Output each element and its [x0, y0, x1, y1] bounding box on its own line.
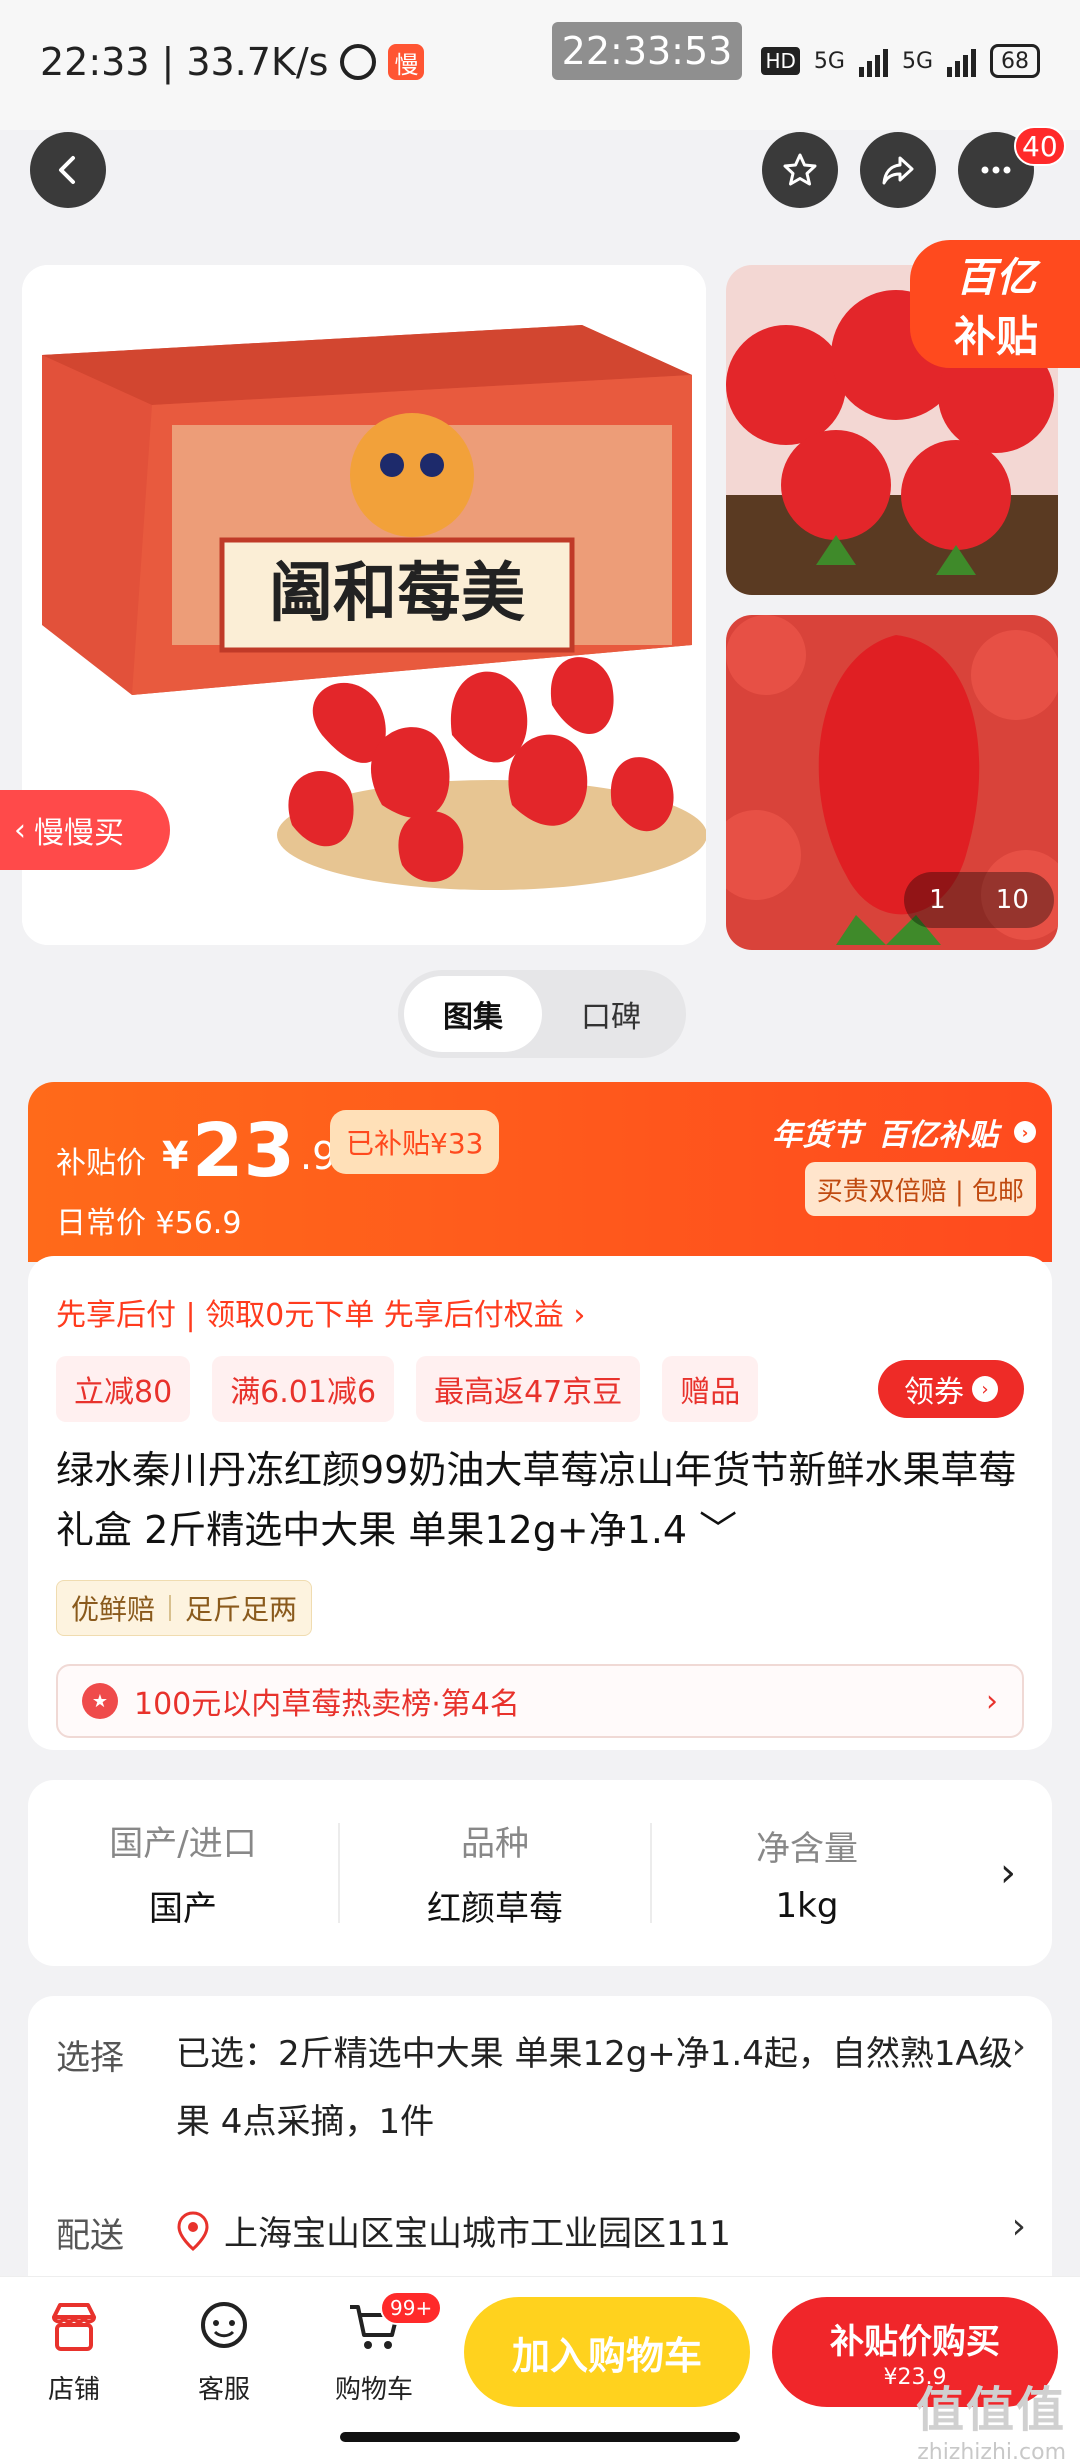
- chevron-left-icon: ‹: [14, 812, 26, 848]
- customer-service-button[interactable]: 客服: [164, 2299, 284, 2406]
- add-to-cart-button[interactable]: 加入购物车: [464, 2297, 750, 2407]
- chat-face-icon: [201, 2302, 247, 2348]
- delivery-label: 配送: [56, 2216, 124, 2256]
- favorite-button[interactable]: [762, 132, 838, 208]
- gallery-review-toggle: 图集 口碑: [398, 970, 686, 1058]
- alarm-icon: [340, 44, 377, 80]
- image-gallery[interactable]: 阖和莓美 百亿 补贴 ‹ 慢慢买 1 10: [0, 240, 1080, 950]
- box-label-text: 阖和莓美: [269, 556, 525, 631]
- medal-icon: ★: [82, 1683, 118, 1719]
- tab-gallery[interactable]: 图集: [404, 976, 542, 1052]
- product-title[interactable]: 绿水秦川丹冻红颜99奶油大草莓凉山年货节新鲜水果草莓礼盒 2斤精选中大果 单果1…: [56, 1440, 1030, 1560]
- clock-overlay: 22:33:53: [552, 22, 742, 80]
- shop-button[interactable]: 店铺: [14, 2299, 134, 2406]
- attribute-variety: 品种 红颜草莓: [427, 1824, 563, 1929]
- signal-icon: [858, 45, 888, 77]
- attribute-net-weight: 净含量 1kg: [756, 1828, 858, 1926]
- promo-tag[interactable]: 立减80: [56, 1356, 191, 1422]
- chevron-right-icon: ›: [972, 1376, 998, 1402]
- slow-buy-button[interactable]: ‹ 慢慢买: [0, 790, 170, 870]
- signal-icon-2: [947, 45, 976, 77]
- star-icon: [783, 153, 817, 186]
- net-type-2: 5G: [901, 48, 933, 74]
- shop-icon: [52, 2303, 96, 2351]
- subsidy-badge: 百亿补贴: [878, 1118, 998, 1153]
- ranking-text: 100元以内草莓热卖榜·第4名: [134, 1687, 520, 1722]
- festival-label: 年货节: [772, 1118, 862, 1153]
- back-button[interactable]: [30, 132, 106, 208]
- promo-tag[interactable]: 赠品: [662, 1356, 759, 1422]
- chevron-right-icon: ›: [1000, 1850, 1016, 1896]
- get-coupon-button[interactable]: 领券 ›: [878, 1360, 1024, 1418]
- price-integer: 23: [192, 1108, 295, 1194]
- home-indicator[interactable]: [340, 2432, 740, 2442]
- service-tags[interactable]: 优鲜赔 足斤足两: [56, 1580, 313, 1636]
- promo-tag[interactable]: 最高返47京豆: [416, 1356, 641, 1422]
- delivery-address[interactable]: 上海宝山区宝山城市工业园区111: [176, 2206, 731, 2255]
- net-speed: 33.7K/s: [186, 40, 329, 84]
- price-banner: 补贴价 ¥ 23 .9 已补贴¥33 日常价 ¥56.9 年货节 百亿补贴 › …: [28, 1082, 1052, 1262]
- daily-price: 日常价 ¥56.9: [56, 1206, 242, 1241]
- watermark: 值值值 zhizhizhi.com: [915, 2382, 1066, 2460]
- chevron-right-icon: ›: [1011, 2026, 1026, 2067]
- location-pin-icon: [177, 2210, 209, 2251]
- chevron-right-icon: ›: [986, 1683, 998, 1719]
- battery-icon: 68: [990, 44, 1040, 78]
- tab-reviews[interactable]: 口碑: [542, 976, 680, 1052]
- tag-fresh-guarantee: 优鲜赔: [71, 1593, 156, 1626]
- message-count-badge: 40: [1014, 126, 1066, 166]
- image-pager: 1 10: [904, 872, 1054, 928]
- selection-card: 选择 已选：2斤精选中大果 单果12g+净1.4起，自然熟1A级果 4点采摘，1…: [28, 1996, 1052, 2276]
- status-right: HD 5G 5G 68: [761, 44, 1040, 78]
- tag-full-weight: 足斤足两: [185, 1593, 298, 1626]
- ranking-link[interactable]: ★ 100元以内草莓热卖榜·第4名 ›: [56, 1664, 1024, 1738]
- select-label: 选择: [56, 2038, 124, 2078]
- guarantee-badge[interactable]: 买贵双倍赔 | 包邮: [804, 1162, 1036, 1216]
- attribute-origin: 国产/进口 国产: [109, 1824, 257, 1929]
- share-button[interactable]: [860, 132, 936, 208]
- festival-subsidy-link[interactable]: 年货节 百亿补贴 ›: [772, 1110, 1036, 1154]
- cart-count-badge: 99+: [380, 2291, 443, 2325]
- more-icon: [981, 166, 1011, 174]
- currency-symbol: ¥: [162, 1134, 189, 1178]
- price-label: 补贴价: [56, 1146, 146, 1181]
- slow-app-icon: 慢: [388, 44, 425, 80]
- chevron-right-icon: ›: [1011, 2206, 1026, 2247]
- promo-row: 立减80 满6.01减6 最高返47京豆 赠品: [56, 1356, 759, 1422]
- pay-later-link[interactable]: 先享后付 | 领取0元下单 先享后付权益 ›: [56, 1290, 585, 1334]
- chevron-left-icon: [59, 156, 75, 184]
- hd-icon: HD: [761, 47, 800, 75]
- subsidy-saved-badge: 已补贴¥33: [330, 1110, 500, 1174]
- share-icon: [882, 156, 914, 185]
- net-type-1: 5G: [813, 48, 845, 74]
- selected-spec[interactable]: 已选：2斤精选中大果 单果12g+净1.4起，自然熟1A级果 4点采摘，1件: [176, 2020, 1022, 2156]
- attributes-card[interactable]: 国产/进口 国产 品种 红颜草莓 净含量 1kg ›: [28, 1780, 1052, 1966]
- status-left: 22:33 | 33.7K/s 慢: [40, 40, 425, 84]
- chevron-right-icon: ›: [1014, 1121, 1036, 1143]
- status-time: 22:33: [40, 40, 150, 84]
- product-info-card: 先享后付 | 领取0元下单 先享后付权益 › 立减80 满6.01减6 最高返4…: [28, 1256, 1052, 1750]
- subsidy-tag: 百亿 补贴: [910, 240, 1080, 368]
- promo-tag[interactable]: 满6.01减6: [212, 1356, 395, 1422]
- cart-button[interactable]: 购物车 99+: [314, 2291, 443, 2406]
- status-bar: 22:33 | 33.7K/s 慢 22:33:53 HD 5G 5G 68: [0, 0, 1080, 130]
